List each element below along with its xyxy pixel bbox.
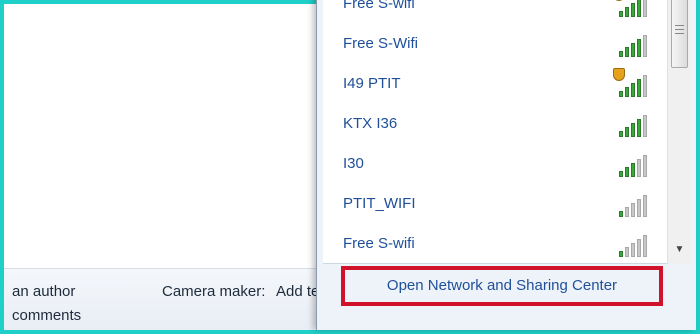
signal-bar	[637, 239, 641, 257]
signal-bar	[643, 115, 647, 137]
signal-bar	[619, 171, 623, 177]
network-name: Free S-Wifi	[343, 35, 418, 52]
signal-bar	[619, 211, 623, 217]
open-network-center-highlight: Open Network and Sharing Center	[341, 266, 663, 306]
network-name: PTIT_WIFI	[343, 195, 416, 212]
signal-bar	[631, 43, 635, 57]
signal-bar	[643, 35, 647, 57]
signal-bar	[619, 11, 623, 17]
grip-icon	[675, 25, 684, 34]
network-row[interactable]: KTX I36	[323, 106, 667, 146]
signal-bar	[619, 131, 623, 137]
network-list-scrollbar[interactable]: ▼	[667, 0, 691, 264]
network-row[interactable]: Free S-Wifi	[323, 26, 667, 66]
authors-value[interactable]: an author	[12, 283, 75, 300]
signal-bar	[625, 127, 629, 137]
signal-bar	[631, 203, 635, 217]
signal-bar	[625, 247, 629, 257]
signal-bar	[643, 75, 647, 97]
network-row[interactable]: I30	[323, 146, 667, 186]
signal-bar	[619, 51, 623, 57]
signal-bar	[625, 47, 629, 57]
signal-bar	[643, 155, 647, 177]
network-name: KTX I36	[343, 115, 398, 132]
network-name: I30	[343, 155, 364, 172]
signal-bar	[643, 195, 647, 217]
signal-bar	[619, 251, 623, 257]
signal-bar	[625, 7, 629, 17]
signal-bar	[637, 79, 641, 97]
scroll-down-arrow-icon[interactable]: ▼	[671, 242, 688, 258]
comments-value[interactable]: comments	[12, 307, 81, 324]
explorer-pane: an author comments Camera maker: Add te	[4, 4, 334, 330]
signal-bar	[631, 243, 635, 257]
signal-bar	[631, 3, 635, 17]
signal-bar	[631, 83, 635, 97]
wifi-signal-icon	[613, 111, 647, 137]
details-pane: an author comments Camera maker: Add te	[4, 268, 334, 330]
signal-bar	[643, 0, 647, 17]
signal-bar	[619, 91, 623, 97]
camera-maker-field[interactable]: Add te	[276, 283, 319, 300]
signal-bar	[637, 0, 641, 17]
scrollbar-thumb[interactable]	[671, 0, 688, 68]
signal-bar	[625, 167, 629, 177]
wifi-signal-icon	[613, 151, 647, 177]
network-list-panel: Free S-wifi Free S-Wifi I49 PTIT KTX I36 I30…	[323, 0, 691, 264]
network-row[interactable]: Free S-wifi	[323, 226, 667, 266]
camera-maker-label: Camera maker:	[162, 283, 266, 300]
network-row[interactable]: PTIT_WIFI	[323, 186, 667, 226]
signal-bar	[625, 207, 629, 217]
signal-bar	[625, 87, 629, 97]
signal-bar	[637, 159, 641, 177]
wifi-signal-icon	[613, 31, 647, 57]
network-name: Free S-wifi	[343, 0, 415, 12]
signal-bar	[631, 163, 635, 177]
open-network-sharing-center-link[interactable]: Open Network and Sharing Center	[345, 270, 659, 302]
security-shield-icon	[613, 68, 625, 81]
signal-bar	[637, 39, 641, 57]
network-name: I49 PTIT	[343, 75, 401, 92]
signal-bar	[637, 119, 641, 137]
wifi-signal-icon	[613, 191, 647, 217]
network-name: Free S-wifi	[343, 235, 415, 252]
wifi-signal-icon	[613, 231, 647, 257]
network-flyout: Free S-wifi Free S-Wifi I49 PTIT KTX I36 I30…	[316, 0, 696, 330]
signal-bar	[637, 199, 641, 217]
signal-bar	[631, 123, 635, 137]
network-list: Free S-wifi Free S-Wifi I49 PTIT KTX I36 I30…	[323, 0, 667, 264]
network-row[interactable]: I49 PTIT	[323, 66, 667, 106]
network-row[interactable]: Free S-wifi	[323, 0, 667, 26]
wifi-signal-icon	[613, 0, 647, 17]
signal-bar	[643, 235, 647, 257]
